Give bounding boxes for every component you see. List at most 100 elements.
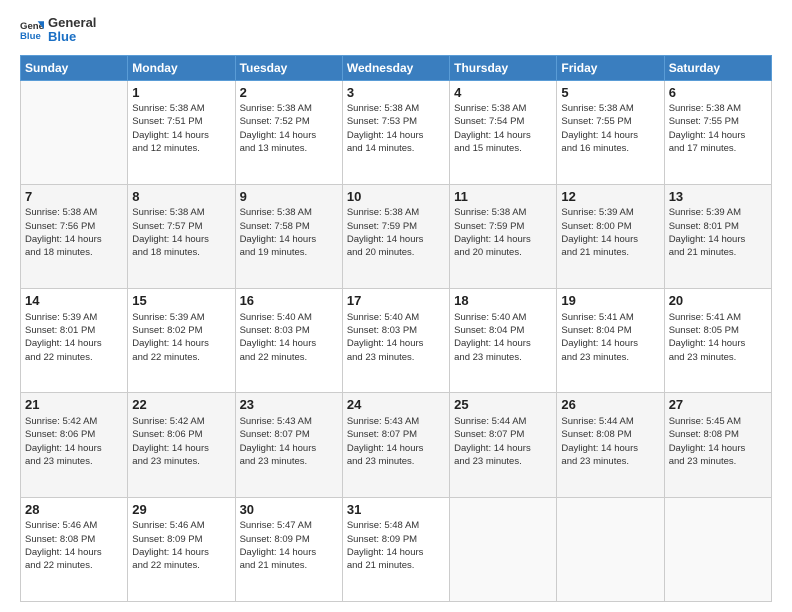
day-info: Sunrise: 5:38 AM Sunset: 7:59 PM Dayligh… — [454, 206, 552, 259]
weekday-header-wednesday: Wednesday — [342, 55, 449, 80]
calendar-cell: 31Sunrise: 5:48 AM Sunset: 8:09 PM Dayli… — [342, 497, 449, 601]
logo-icon: General Blue — [20, 18, 44, 42]
day-info: Sunrise: 5:40 AM Sunset: 8:03 PM Dayligh… — [240, 311, 338, 364]
weekday-header-saturday: Saturday — [664, 55, 771, 80]
day-number: 30 — [240, 501, 338, 519]
day-info: Sunrise: 5:38 AM Sunset: 7:59 PM Dayligh… — [347, 206, 445, 259]
day-info: Sunrise: 5:42 AM Sunset: 8:06 PM Dayligh… — [132, 415, 230, 468]
day-info: Sunrise: 5:38 AM Sunset: 7:58 PM Dayligh… — [240, 206, 338, 259]
day-number: 8 — [132, 188, 230, 206]
calendar-week-row-4: 21Sunrise: 5:42 AM Sunset: 8:06 PM Dayli… — [21, 393, 772, 497]
day-number: 23 — [240, 396, 338, 414]
day-info: Sunrise: 5:38 AM Sunset: 7:52 PM Dayligh… — [240, 102, 338, 155]
day-number: 24 — [347, 396, 445, 414]
weekday-header-tuesday: Tuesday — [235, 55, 342, 80]
weekday-header-sunday: Sunday — [21, 55, 128, 80]
day-info: Sunrise: 5:40 AM Sunset: 8:04 PM Dayligh… — [454, 311, 552, 364]
day-number: 5 — [561, 84, 659, 102]
day-number: 31 — [347, 501, 445, 519]
day-info: Sunrise: 5:38 AM Sunset: 7:53 PM Dayligh… — [347, 102, 445, 155]
day-info: Sunrise: 5:46 AM Sunset: 8:09 PM Dayligh… — [132, 519, 230, 572]
calendar-cell — [664, 497, 771, 601]
day-number: 4 — [454, 84, 552, 102]
calendar-cell: 21Sunrise: 5:42 AM Sunset: 8:06 PM Dayli… — [21, 393, 128, 497]
calendar-cell: 17Sunrise: 5:40 AM Sunset: 8:03 PM Dayli… — [342, 289, 449, 393]
day-number: 6 — [669, 84, 767, 102]
calendar-cell: 27Sunrise: 5:45 AM Sunset: 8:08 PM Dayli… — [664, 393, 771, 497]
header: General Blue General Blue — [20, 16, 772, 45]
day-info: Sunrise: 5:39 AM Sunset: 8:02 PM Dayligh… — [132, 311, 230, 364]
day-number: 2 — [240, 84, 338, 102]
calendar-cell: 19Sunrise: 5:41 AM Sunset: 8:04 PM Dayli… — [557, 289, 664, 393]
day-info: Sunrise: 5:38 AM Sunset: 7:55 PM Dayligh… — [669, 102, 767, 155]
day-info: Sunrise: 5:48 AM Sunset: 8:09 PM Dayligh… — [347, 519, 445, 572]
calendar-cell: 13Sunrise: 5:39 AM Sunset: 8:01 PM Dayli… — [664, 184, 771, 288]
calendar-cell: 11Sunrise: 5:38 AM Sunset: 7:59 PM Dayli… — [450, 184, 557, 288]
day-number: 3 — [347, 84, 445, 102]
day-info: Sunrise: 5:39 AM Sunset: 8:01 PM Dayligh… — [669, 206, 767, 259]
calendar-cell: 14Sunrise: 5:39 AM Sunset: 8:01 PM Dayli… — [21, 289, 128, 393]
calendar-cell: 15Sunrise: 5:39 AM Sunset: 8:02 PM Dayli… — [128, 289, 235, 393]
weekday-header-thursday: Thursday — [450, 55, 557, 80]
day-number: 21 — [25, 396, 123, 414]
calendar-week-row-3: 14Sunrise: 5:39 AM Sunset: 8:01 PM Dayli… — [21, 289, 772, 393]
calendar-week-row-5: 28Sunrise: 5:46 AM Sunset: 8:08 PM Dayli… — [21, 497, 772, 601]
calendar-week-row-2: 7Sunrise: 5:38 AM Sunset: 7:56 PM Daylig… — [21, 184, 772, 288]
day-number: 26 — [561, 396, 659, 414]
calendar-cell — [21, 80, 128, 184]
day-info: Sunrise: 5:41 AM Sunset: 8:04 PM Dayligh… — [561, 311, 659, 364]
day-info: Sunrise: 5:38 AM Sunset: 7:55 PM Dayligh… — [561, 102, 659, 155]
calendar-cell: 9Sunrise: 5:38 AM Sunset: 7:58 PM Daylig… — [235, 184, 342, 288]
day-number: 1 — [132, 84, 230, 102]
calendar-cell — [450, 497, 557, 601]
calendar-cell: 22Sunrise: 5:42 AM Sunset: 8:06 PM Dayli… — [128, 393, 235, 497]
day-info: Sunrise: 5:45 AM Sunset: 8:08 PM Dayligh… — [669, 415, 767, 468]
day-number: 16 — [240, 292, 338, 310]
day-number: 7 — [25, 188, 123, 206]
day-number: 29 — [132, 501, 230, 519]
calendar-cell: 20Sunrise: 5:41 AM Sunset: 8:05 PM Dayli… — [664, 289, 771, 393]
day-info: Sunrise: 5:38 AM Sunset: 7:56 PM Dayligh… — [25, 206, 123, 259]
day-number: 17 — [347, 292, 445, 310]
weekday-header-row: SundayMondayTuesdayWednesdayThursdayFrid… — [21, 55, 772, 80]
weekday-header-monday: Monday — [128, 55, 235, 80]
calendar-cell: 2Sunrise: 5:38 AM Sunset: 7:52 PM Daylig… — [235, 80, 342, 184]
day-number: 25 — [454, 396, 552, 414]
calendar-cell: 28Sunrise: 5:46 AM Sunset: 8:08 PM Dayli… — [21, 497, 128, 601]
day-number: 22 — [132, 396, 230, 414]
calendar-cell: 5Sunrise: 5:38 AM Sunset: 7:55 PM Daylig… — [557, 80, 664, 184]
calendar-cell: 12Sunrise: 5:39 AM Sunset: 8:00 PM Dayli… — [557, 184, 664, 288]
day-info: Sunrise: 5:38 AM Sunset: 7:51 PM Dayligh… — [132, 102, 230, 155]
calendar-cell: 18Sunrise: 5:40 AM Sunset: 8:04 PM Dayli… — [450, 289, 557, 393]
day-info: Sunrise: 5:39 AM Sunset: 8:01 PM Dayligh… — [25, 311, 123, 364]
calendar-table: SundayMondayTuesdayWednesdayThursdayFrid… — [20, 55, 772, 602]
day-info: Sunrise: 5:46 AM Sunset: 8:08 PM Dayligh… — [25, 519, 123, 572]
day-info: Sunrise: 5:42 AM Sunset: 8:06 PM Dayligh… — [25, 415, 123, 468]
day-info: Sunrise: 5:44 AM Sunset: 8:08 PM Dayligh… — [561, 415, 659, 468]
calendar-cell: 6Sunrise: 5:38 AM Sunset: 7:55 PM Daylig… — [664, 80, 771, 184]
day-info: Sunrise: 5:41 AM Sunset: 8:05 PM Dayligh… — [669, 311, 767, 364]
calendar-cell: 23Sunrise: 5:43 AM Sunset: 8:07 PM Dayli… — [235, 393, 342, 497]
day-info: Sunrise: 5:47 AM Sunset: 8:09 PM Dayligh… — [240, 519, 338, 572]
day-number: 27 — [669, 396, 767, 414]
calendar-cell — [557, 497, 664, 601]
calendar-cell: 7Sunrise: 5:38 AM Sunset: 7:56 PM Daylig… — [21, 184, 128, 288]
calendar-cell: 29Sunrise: 5:46 AM Sunset: 8:09 PM Dayli… — [128, 497, 235, 601]
day-number: 18 — [454, 292, 552, 310]
page: General Blue General Blue SundayMondayTu… — [0, 0, 792, 612]
day-number: 12 — [561, 188, 659, 206]
day-number: 13 — [669, 188, 767, 206]
calendar-cell: 8Sunrise: 5:38 AM Sunset: 7:57 PM Daylig… — [128, 184, 235, 288]
calendar-cell: 30Sunrise: 5:47 AM Sunset: 8:09 PM Dayli… — [235, 497, 342, 601]
calendar-cell: 10Sunrise: 5:38 AM Sunset: 7:59 PM Dayli… — [342, 184, 449, 288]
day-info: Sunrise: 5:38 AM Sunset: 7:57 PM Dayligh… — [132, 206, 230, 259]
day-number: 11 — [454, 188, 552, 206]
day-info: Sunrise: 5:44 AM Sunset: 8:07 PM Dayligh… — [454, 415, 552, 468]
day-info: Sunrise: 5:43 AM Sunset: 8:07 PM Dayligh… — [347, 415, 445, 468]
calendar-cell: 25Sunrise: 5:44 AM Sunset: 8:07 PM Dayli… — [450, 393, 557, 497]
day-number: 10 — [347, 188, 445, 206]
logo-blue: Blue — [48, 30, 96, 44]
logo: General Blue General Blue — [20, 16, 96, 45]
day-info: Sunrise: 5:39 AM Sunset: 8:00 PM Dayligh… — [561, 206, 659, 259]
weekday-header-friday: Friday — [557, 55, 664, 80]
